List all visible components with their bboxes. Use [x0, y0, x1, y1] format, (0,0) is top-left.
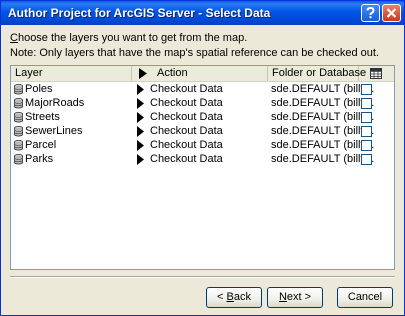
triangle-right-icon[interactable] — [137, 84, 144, 95]
folder-database: sde.DEFAULT (billy... — [271, 111, 375, 123]
table-row[interactable]: MajorRoads Checkout Data sde.DEFAULT (bill… — [11, 97, 394, 110]
layer-name: MajorRoads — [25, 97, 85, 109]
table-row[interactable]: Parks Checkout Data sde.DEFAULT (billy... — [11, 153, 394, 166]
triangle-right-icon[interactable] — [137, 98, 144, 109]
action-label[interactable]: Checkout Data — [150, 153, 223, 166]
layer-list[interactable]: Layer Action Folder or Database Poles Che… — [10, 65, 395, 270]
database-icon — [14, 84, 23, 95]
triangle-right-icon — [139, 68, 147, 79]
database-icon — [14, 98, 23, 109]
action-label[interactable]: Checkout Data — [150, 125, 223, 138]
folder-database: sde.DEFAULT (billy... — [271, 125, 375, 137]
table-row[interactable]: Poles Checkout Data sde.DEFAULT (billy... — [11, 83, 394, 96]
back-button[interactable]: < Back — [206, 287, 262, 308]
table-row[interactable]: SewerLines Checkout Data sde.DEFAULT (bill… — [11, 125, 394, 138]
database-icon — [14, 112, 23, 123]
next-button[interactable]: Next > — [267, 287, 323, 308]
column-header-folder[interactable]: Folder or Database — [268, 66, 366, 81]
window-title: Author Project for ArcGIS Server - Selec… — [8, 6, 271, 20]
help-icon — [366, 7, 375, 19]
layer-name: Parks — [25, 153, 54, 165]
grid-icon — [370, 68, 382, 79]
layer-name: Parcel — [25, 139, 57, 151]
help-button[interactable] — [361, 4, 380, 22]
checkout-checkbox[interactable] — [361, 154, 372, 165]
checkout-checkbox[interactable] — [361, 98, 372, 109]
list-header: Layer Action Folder or Database — [11, 66, 394, 82]
triangle-right-icon[interactable] — [137, 154, 144, 165]
layer-name: Streets — [25, 111, 60, 123]
checkout-checkbox[interactable] — [361, 140, 372, 151]
close-button[interactable] — [382, 4, 401, 22]
database-icon — [14, 126, 23, 137]
checkout-checkbox[interactable] — [361, 84, 372, 95]
folder-database: sde.DEFAULT (billy... — [271, 83, 375, 95]
action-label[interactable]: Checkout Data — [150, 139, 223, 152]
layer-name: SewerLines — [25, 125, 83, 137]
instruction-text: Choose the layers you want to get from t… — [10, 32, 248, 44]
triangle-right-icon[interactable] — [137, 112, 144, 123]
select-all-header[interactable] — [359, 66, 394, 81]
action-label[interactable]: Checkout Data — [150, 83, 223, 96]
column-header-action[interactable]: Action — [132, 66, 268, 81]
checkout-checkbox[interactable] — [361, 112, 372, 123]
action-label[interactable]: Checkout Data — [150, 97, 223, 110]
database-icon — [14, 140, 23, 151]
triangle-right-icon[interactable] — [137, 140, 144, 151]
layer-name: Poles — [25, 83, 53, 95]
folder-database: sde.DEFAULT (billy... — [271, 153, 375, 165]
checkout-checkbox[interactable] — [361, 126, 372, 137]
cancel-button[interactable]: Cancel — [337, 287, 393, 308]
close-icon — [386, 8, 397, 18]
title-bar[interactable]: Author Project for ArcGIS Server - Selec… — [1, 1, 404, 25]
action-label[interactable]: Checkout Data — [150, 111, 223, 124]
triangle-right-icon[interactable] — [137, 126, 144, 137]
column-header-layer[interactable]: Layer — [11, 66, 132, 81]
table-row[interactable]: Streets Checkout Data sde.DEFAULT (billy..… — [11, 111, 394, 124]
dialog-window: Author Project for ArcGIS Server - Selec… — [0, 0, 405, 316]
database-icon — [14, 154, 23, 165]
folder-database: sde.DEFAULT (billy... — [271, 139, 375, 151]
button-separator — [10, 276, 395, 278]
table-row[interactable]: Parcel Checkout Data sde.DEFAULT (billy... — [11, 139, 394, 152]
folder-database: sde.DEFAULT (billy... — [271, 97, 375, 109]
note-text: Note: Only layers that have the map's sp… — [10, 47, 379, 59]
